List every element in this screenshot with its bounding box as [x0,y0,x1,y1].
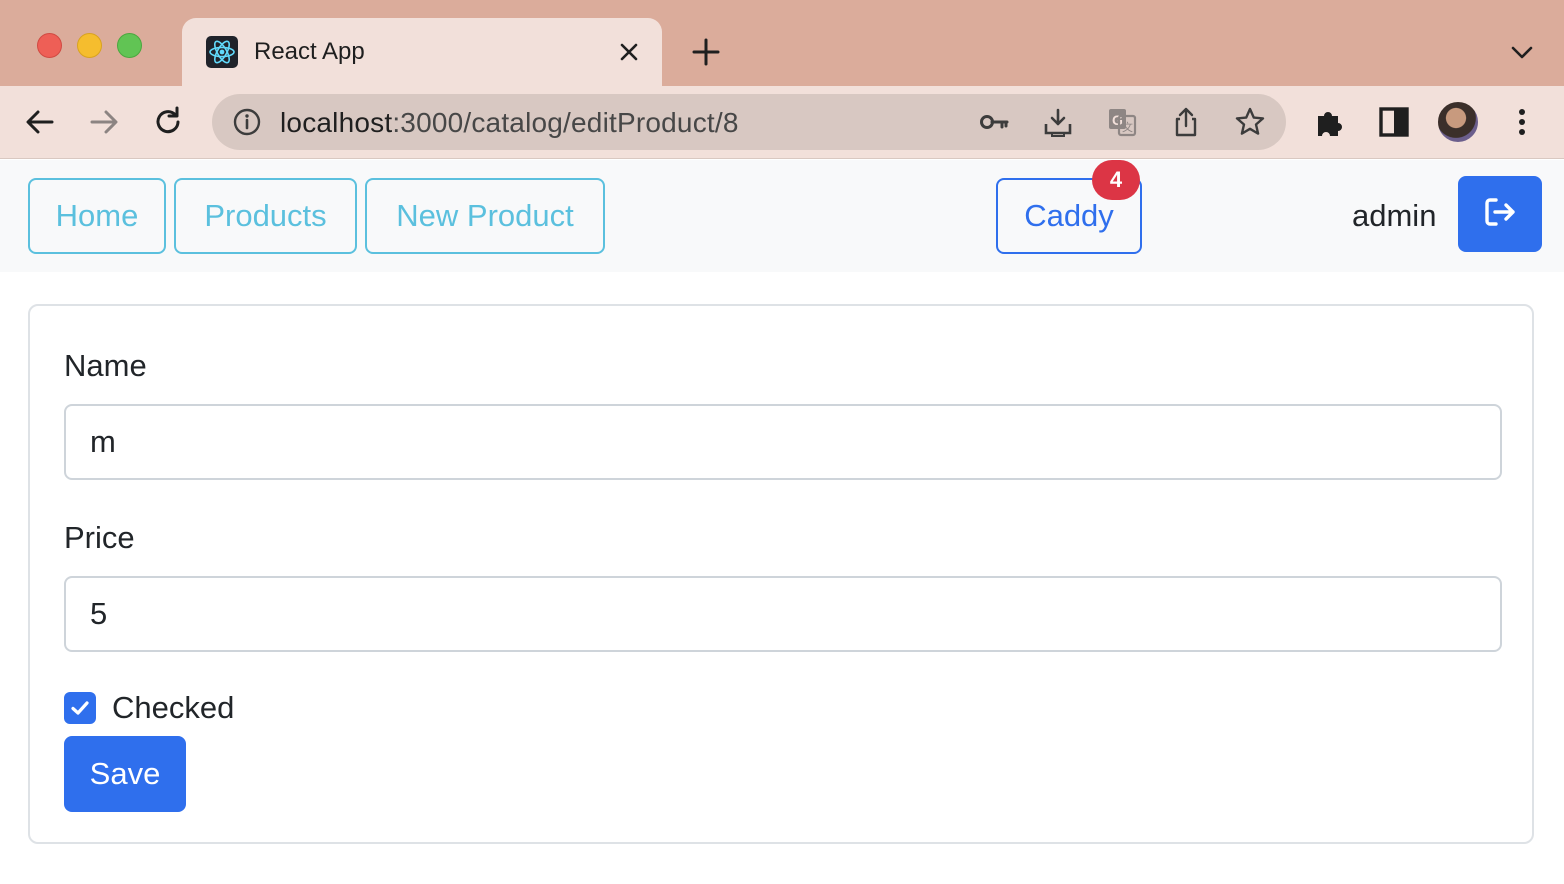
info-icon[interactable] [232,107,262,137]
puzzle-icon[interactable] [1310,102,1350,142]
url-path: :3000/catalog/editProduct/8 [392,107,739,138]
nav-new-product-button[interactable]: New Product [365,178,605,254]
name-label: Name [64,348,147,383]
key-icon[interactable] [978,106,1010,138]
checkmark-icon [71,701,89,715]
name-input[interactable] [64,404,1502,480]
checked-label: Checked [112,690,235,725]
logout-button[interactable] [1458,176,1542,252]
address-bar[interactable]: localhost:3000/catalog/editProduct/8 G文 [212,94,1286,150]
svg-text:文: 文 [1122,120,1133,134]
browser-tab[interactable]: React App [182,18,662,86]
edit-product-card: Name Price Checked Save [28,304,1534,844]
checked-checkbox[interactable] [64,692,96,724]
close-icon[interactable] [614,37,644,67]
price-label: Price [64,520,135,555]
react-favicon-icon [206,36,238,68]
browser-tab-strip: React App [0,0,1564,86]
forward-arrow-icon[interactable] [84,102,124,142]
url-host: localhost [280,107,393,138]
save-button[interactable]: Save [64,736,186,812]
nav-home-button[interactable]: Home [28,178,166,254]
caddy-count-badge: 4 [1092,160,1140,200]
plus-icon[interactable] [688,34,724,70]
price-input[interactable] [64,576,1502,652]
url-text[interactable]: localhost:3000/catalog/editProduct/8 [280,107,739,139]
avatar[interactable] [1436,100,1480,144]
side-panel-icon[interactable] [1374,102,1414,142]
back-arrow-icon[interactable] [20,102,60,142]
share-icon[interactable] [1170,106,1202,138]
more-vert-icon[interactable] [1502,102,1542,142]
star-icon[interactable] [1234,106,1266,138]
username: admin [1352,198,1437,233]
browser-toolbar: localhost:3000/catalog/editProduct/8 G文 [0,86,1564,159]
window-close-button[interactable] [37,33,62,58]
translate-icon[interactable]: G文 [1106,106,1138,138]
chevron-down-icon[interactable] [1506,36,1538,68]
app-navbar: Home Products New Product Caddy 4 admin [0,160,1564,272]
install-icon[interactable] [1042,106,1074,138]
reload-icon[interactable] [148,102,188,142]
sign-out-icon [1480,192,1520,237]
window-minimize-button[interactable] [77,33,102,58]
nav-products-button[interactable]: Products [174,178,357,254]
window-maximize-button[interactable] [117,33,142,58]
tab-title: React App [254,38,365,65]
